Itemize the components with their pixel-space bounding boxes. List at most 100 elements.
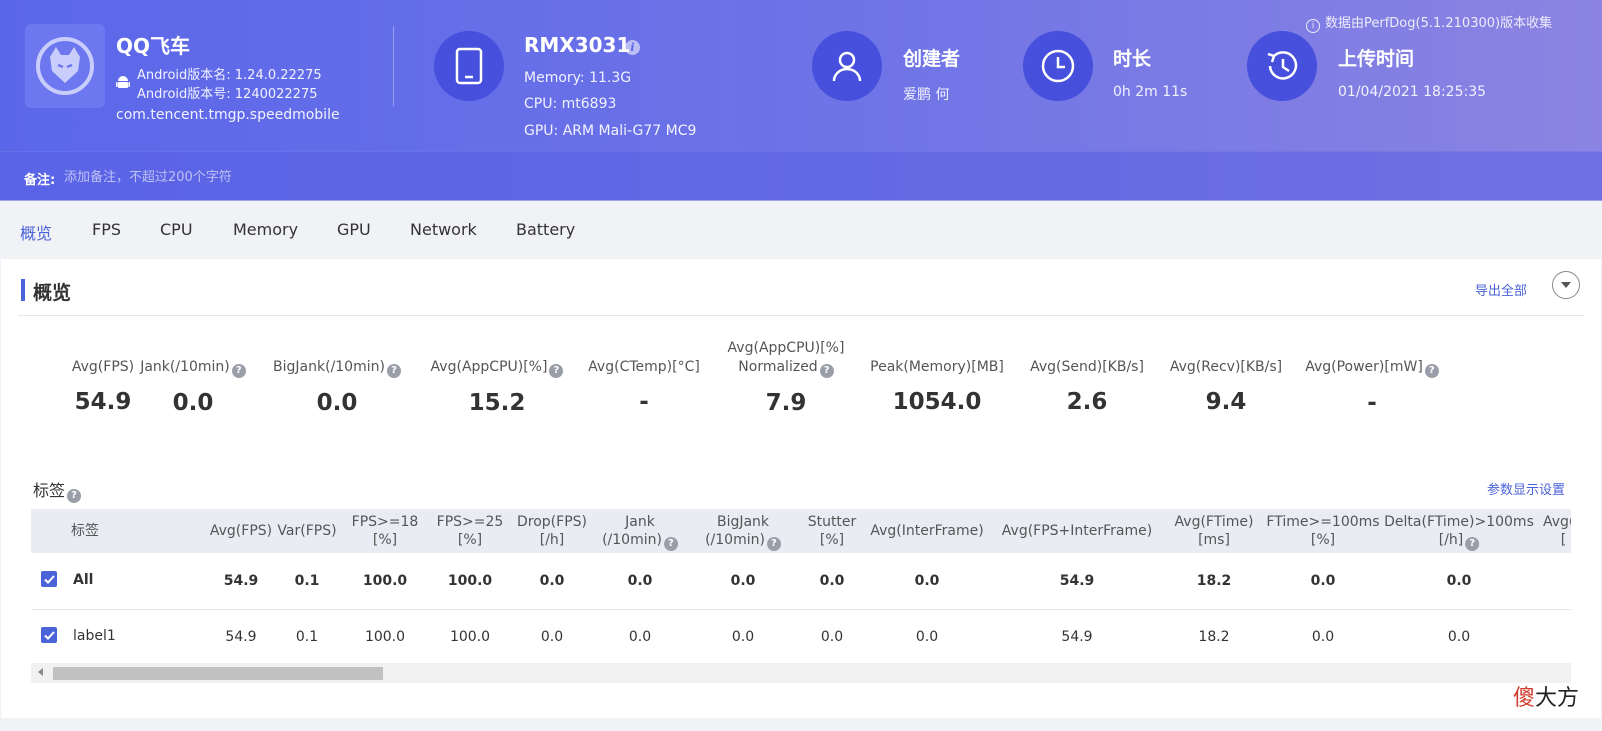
tags-section-title: 标签? <box>33 477 82 503</box>
table-cell: 0.0 <box>628 629 652 645</box>
stat-jank: Jank(/10min)? 0.0 <box>133 339 253 416</box>
wolf-logo-icon <box>36 37 94 95</box>
display-settings-link[interactable]: 参数显示设置 <box>1487 479 1565 498</box>
collapse-button[interactable] <box>1552 271 1580 299</box>
column-header-unit: [%] <box>819 532 845 548</box>
stat-value: 9.4 <box>1205 389 1247 415</box>
table-cell: 54.9 <box>1059 573 1095 589</box>
help-icon[interactable]: ? <box>766 537 781 551</box>
column-header-unit: (/10min) <box>602 532 662 548</box>
title-accent-bar <box>21 279 25 301</box>
package-name: com.tencent.tmgp.speedmobile <box>116 107 340 123</box>
table-cell: 0.0 <box>539 573 565 589</box>
stat-value: 7.9 <box>765 390 807 416</box>
stat-avg-recv: Avg(Recv)[KB/s] 9.4 <box>1164 339 1288 415</box>
column-header: FPS>=25 [%] <box>437 513 504 549</box>
column-header-text: Avg(FPS+InterFrame) <box>1001 523 1153 539</box>
stat-appcpu-normalized: Avg(AppCPU)[%] Normalized? 7.9 <box>721 339 851 416</box>
table-cell: 0.0 <box>915 629 939 645</box>
tab-gpu[interactable]: GPU <box>337 220 371 239</box>
row-checkbox[interactable] <box>41 627 57 643</box>
perfdog-note-text: 数据由PerfDog(5.1.210300)版本收集 <box>1325 16 1553 31</box>
column-header: FPS>=18 [%] <box>352 513 419 549</box>
table-cell: 100.0 <box>364 629 406 645</box>
stat-value: 1054.0 <box>892 389 982 415</box>
android-version-name: Android版本名: 1.24.0.22275 <box>137 68 322 83</box>
help-icon[interactable]: ? <box>67 489 82 503</box>
column-header-unit: [ms] <box>1198 532 1230 548</box>
stat-bigjank: BigJank(/10min)? 0.0 <box>269 339 405 416</box>
table-row[interactable]: label1 54.9 0.1 100.0 100.0 0.0 0.0 0.0 … <box>31 609 1571 666</box>
tags-table: 标签 Avg(FPS) Var(FPS) FPS>=18 [%] FPS>=25 [… <box>31 509 1571 667</box>
help-icon[interactable]: ? <box>663 537 678 551</box>
column-header: Avg(FPS+InterFrame) <box>1002 522 1152 540</box>
stat-label: Jank(/10min) <box>140 359 230 375</box>
row-label: All <box>73 572 94 588</box>
table-row[interactable]: All 54.9 0.1 100.0 100.0 0.0 0.0 0.0 0.0… <box>31 553 1571 610</box>
stat-value: 15.2 <box>468 390 526 416</box>
stat-label: Peak(Memory)[MB] <box>870 359 1004 375</box>
column-header: FTime>=100ms [%] <box>1266 513 1379 549</box>
stat-label: BigJank(/10min) <box>273 359 385 375</box>
help-icon[interactable]: ? <box>819 364 834 378</box>
column-header-text: Var(FPS) <box>277 523 337 539</box>
export-all-link[interactable]: 导出全部 <box>1475 280 1527 299</box>
table-cell: 0.0 <box>820 629 844 645</box>
table-header: 标签 Avg(FPS) Var(FPS) FPS>=18 [%] FPS>=25 [… <box>31 509 1571 553</box>
tab-network[interactable]: Network <box>410 220 477 239</box>
stat-label-row: Jank(/10min)? <box>133 358 253 378</box>
check-icon <box>43 574 55 584</box>
tab-fps[interactable]: FPS <box>92 220 121 239</box>
tab-cpu[interactable]: CPU <box>160 220 193 239</box>
column-header: Avg(FPS) <box>210 522 272 540</box>
stat-value: 0.0 <box>316 390 358 416</box>
scroll-left-arrow-icon[interactable] <box>38 668 43 676</box>
column-header-unit: [ <box>1560 532 1567 548</box>
check-icon <box>43 630 55 640</box>
help-icon[interactable]: ? <box>1465 537 1480 551</box>
column-header-unit-row: (/10min)? <box>705 531 781 551</box>
stat-avg-ctemp: Avg(CTemp)[°C] - <box>586 339 702 415</box>
note-input[interactable] <box>62 164 486 190</box>
scroll-thumb[interactable] <box>53 667 383 680</box>
column-header-text: Avg(FPS) <box>209 523 273 539</box>
tab-overview[interactable]: 概览 <box>20 220 52 244</box>
table-cell: 54.9 <box>223 573 259 589</box>
panel-title: 概览 <box>33 282 72 304</box>
column-header-text: FPS>=25 <box>436 514 504 530</box>
table-cell: 0.0 <box>731 629 755 645</box>
column-header: Avg(A [ <box>1543 513 1571 549</box>
column-header: Avg(FTime) [ms] <box>1175 513 1254 549</box>
table-cell: 0.0 <box>1311 629 1335 645</box>
upload-value: 01/04/2021 18:25:35 <box>1338 84 1487 100</box>
stat-value: 0.0 <box>172 390 214 416</box>
tab-memory[interactable]: Memory <box>233 220 298 239</box>
help-icon[interactable]: ? <box>1424 364 1439 378</box>
stat-avg-power: Avg(Power)[mW]? - <box>1302 339 1442 416</box>
tab-battery[interactable]: Battery <box>516 220 575 239</box>
column-header-unit-row: [/h]? <box>1384 531 1534 551</box>
stat-label: Avg(CTemp)[°C] <box>588 359 700 375</box>
note-bar: 备注: <box>0 151 1602 201</box>
app-name: QQ飞车 <box>116 34 191 58</box>
device-info-icon[interactable]: i <box>625 40 640 55</box>
help-icon[interactable]: ? <box>231 364 246 378</box>
table-cell: 0.0 <box>1446 573 1472 589</box>
column-header-text: Avg(InterFrame) <box>870 523 984 539</box>
overview-panel: 概览 导出全部 Avg(FPS) 54.9 Jank(/10min)? 0.0 … <box>1 259 1601 718</box>
column-header-text: Stutter <box>807 514 857 530</box>
horizontal-scrollbar[interactable] <box>31 663 1571 683</box>
row-label: label1 <box>73 628 116 644</box>
history-icon <box>1267 51 1298 80</box>
help-icon[interactable]: ? <box>549 364 564 378</box>
stat-value: - <box>1367 390 1377 416</box>
table-cell: 0.1 <box>295 629 319 645</box>
row-checkbox[interactable] <box>41 571 57 587</box>
column-header-text: Avg(A <box>1543 514 1571 530</box>
tags-title-text: 标签 <box>33 481 66 500</box>
stat-label: Avg(Recv)[KB/s] <box>1169 359 1283 375</box>
help-icon[interactable]: ? <box>386 364 401 378</box>
tablet-icon <box>455 47 483 85</box>
table-cell: 18.2 <box>1196 573 1232 589</box>
table-cell: 100.0 <box>362 573 408 589</box>
